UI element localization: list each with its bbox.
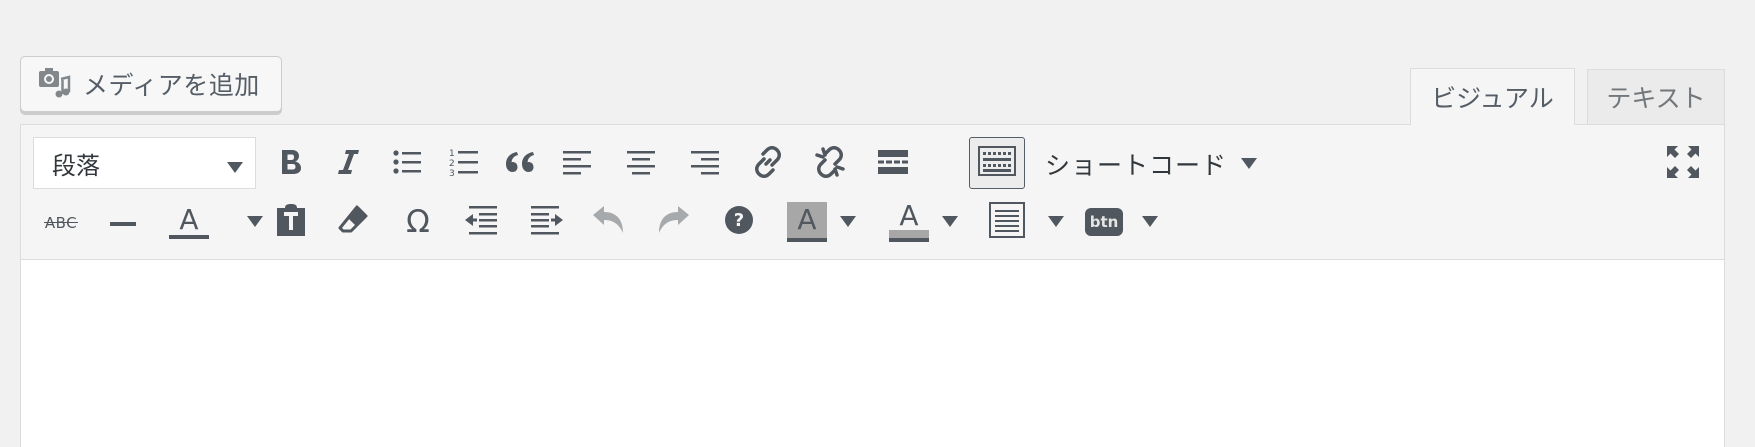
chevron-down-icon [840,213,856,232]
align-left-icon [563,149,591,179]
align-left-button[interactable] [555,142,599,186]
background-color-button[interactable]: A [781,200,833,244]
undo-icon [593,205,625,239]
remove-link-button[interactable] [808,142,852,186]
chevron-down-icon [1241,155,1258,174]
paste-text-icon [275,203,307,241]
svg-text:?: ? [734,210,744,231]
special-character-button[interactable]: Ω [396,200,440,244]
text-color-letter: A [179,202,199,236]
eraser-icon [338,205,368,239]
blockquote-button[interactable] [498,142,542,186]
redo-icon [657,205,689,239]
format-select[interactable]: 段落 [33,137,256,189]
paste-as-text-button[interactable] [269,200,313,244]
undo-button[interactable] [587,200,631,244]
bullet-list-button[interactable] [385,142,429,186]
shortcode-label: ショートコード [1045,151,1228,180]
text-color-button[interactable]: A [167,200,211,244]
italic-button[interactable] [327,142,371,186]
strikethrough-button[interactable]: ABC [39,200,83,244]
align-right-icon [691,149,719,179]
numbered-list-icon: 123 [449,147,479,181]
tab-text[interactable]: テキスト [1587,69,1725,124]
numbered-list-button[interactable]: 123 [442,142,486,186]
horizontal-line-button[interactable] [101,200,145,244]
hr-icon [110,213,136,232]
highlight-icon: A [889,202,929,242]
keyboard-icon [978,146,1016,180]
add-media-button[interactable]: メディアを追加 [20,56,282,112]
btn-label: btn [1089,213,1119,231]
background-color-dropdown[interactable] [839,200,857,244]
tab-visual[interactable]: ビジュアル [1410,68,1575,125]
chevron-down-icon [247,213,263,232]
insert-link-button[interactable] [746,142,790,186]
omega-icon: Ω [406,203,430,240]
add-media-label: メディアを追加 [83,71,260,100]
indent-icon [531,205,563,239]
camera-music-icon [37,65,71,103]
quote-icon [505,150,535,178]
help-icon: ? [724,205,754,239]
editor: 段落 123 ショートコード ABC A Ω ? A A btn [20,124,1725,447]
svg-text:2: 2 [449,159,455,169]
align-right-button[interactable] [683,142,727,186]
editor-content-area[interactable] [21,261,1724,447]
chevron-down-icon [942,213,958,232]
align-center-icon [627,149,655,179]
bold-button[interactable] [269,142,313,186]
strikethrough-icon: ABC [43,213,79,232]
svg-text:1: 1 [449,149,455,159]
button-insert-dropdown[interactable] [1141,200,1159,244]
table-button[interactable] [985,200,1029,244]
text-color-icon: A [169,202,209,239]
unlink-icon [813,145,847,183]
text-highlight-button[interactable]: A [883,200,935,244]
link-icon [751,145,785,183]
outdent-icon [465,205,497,239]
indent-button[interactable] [525,200,569,244]
table-icon [989,202,1025,242]
chevron-down-icon [1142,213,1158,232]
insert-more-button[interactable] [871,142,915,186]
table-dropdown[interactable] [1047,200,1065,244]
help-button[interactable]: ? [717,200,761,244]
svg-text:3: 3 [449,169,455,177]
read-more-icon [878,148,908,180]
bullet-list-icon [393,149,421,179]
toolbar-toggle-button[interactable] [969,137,1025,189]
format-select-value: 段落 [52,151,100,180]
redo-button[interactable] [651,200,695,244]
clear-formatting-button[interactable] [331,200,375,244]
bold-icon [278,148,304,180]
bg-color-icon: A [787,202,827,242]
shortcode-dropdown[interactable]: ショートコード [1045,142,1258,186]
editor-toolbar: 段落 123 ショートコード ABC A Ω ? A A btn [21,125,1724,260]
align-center-button[interactable] [619,142,663,186]
highlight-letter: A [899,199,919,232]
bg-color-letter: A [787,202,827,238]
text-highlight-dropdown[interactable] [941,200,959,244]
chevron-down-icon [227,159,243,178]
fullscreen-icon [1667,146,1699,182]
button-insert-button[interactable]: btn [1082,200,1126,244]
tab-visual-label: ビジュアル [1431,84,1554,113]
tab-text-label: テキスト [1606,84,1706,113]
chevron-down-icon [1048,213,1064,232]
italic-icon [337,148,361,180]
text-color-dropdown[interactable] [246,200,264,244]
btn-icon: btn [1085,208,1123,236]
fullscreen-button[interactable] [1661,142,1705,186]
outdent-button[interactable] [459,200,503,244]
